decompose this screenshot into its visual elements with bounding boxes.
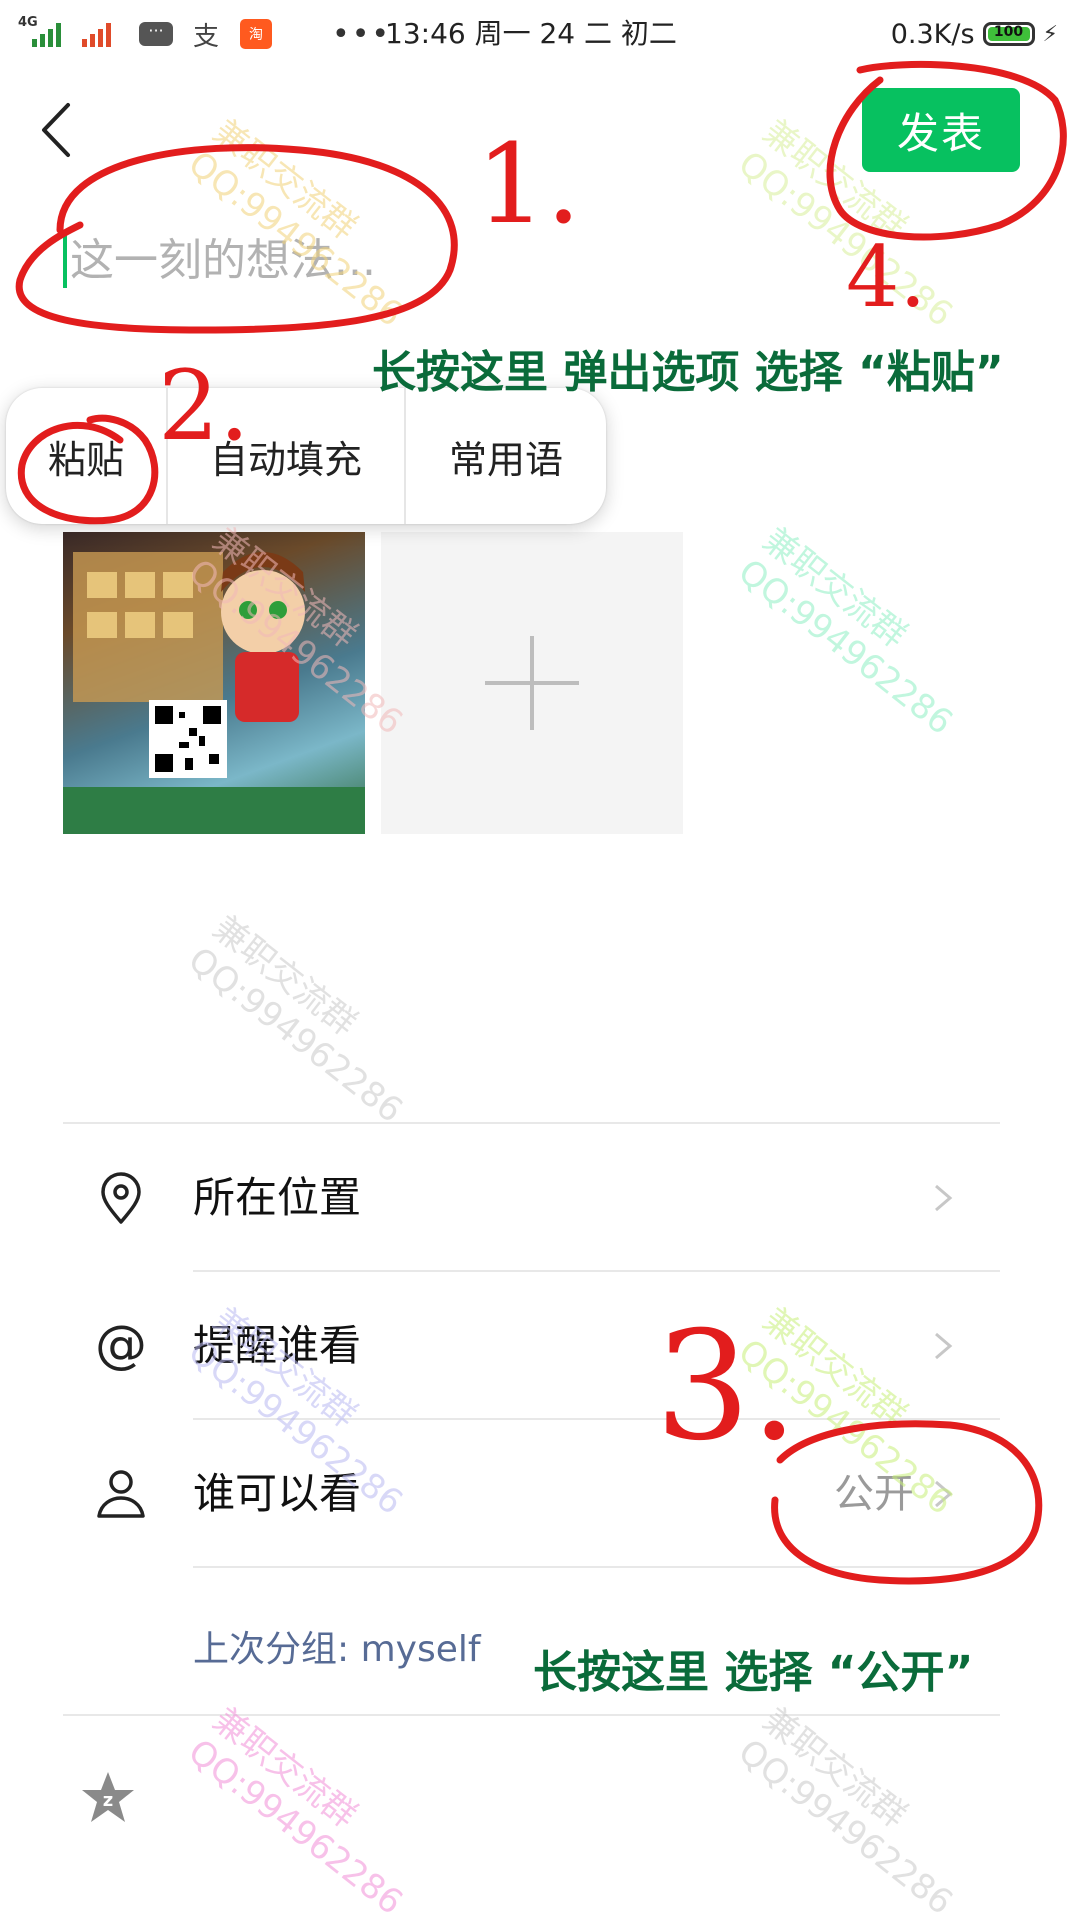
back-chevron-icon[interactable] [30, 95, 80, 165]
battery-level: 100 [993, 24, 1024, 40]
charging-icon: ⚡ [1042, 21, 1058, 47]
taobao-label: 淘 [240, 19, 272, 49]
svg-text:@: @ [95, 1316, 147, 1375]
signal-4g-icon: 4G [18, 15, 64, 51]
battery-icon: 100 [982, 22, 1035, 46]
watermark: 兼职交流群 QQ:994962286 [180, 1700, 410, 1923]
watermark: 兼职交流群 QQ:994962286 [730, 520, 960, 743]
visibility-row[interactable]: 谁可以看 公开 [63, 1420, 1000, 1568]
status-time: 13:46 周一 24 二 初二 [385, 17, 677, 50]
alipay-icon: 支 [192, 21, 219, 52]
status-right: 0.3K/s 100 ⚡ [891, 12, 1058, 56]
context-menu: 粘贴 自动填充 常用语 [6, 388, 606, 524]
message-icon: ··· [138, 19, 174, 49]
watermark: 兼职交流群 QQ:994962286 [180, 112, 410, 335]
qzone-star-icon[interactable]: z [78, 1768, 138, 1828]
watermark: 兼职交流群 QQ:994962286 [730, 1700, 960, 1923]
attached-image-thumbnail[interactable] [63, 532, 365, 834]
menu-item-paste[interactable]: 粘贴 [6, 388, 166, 524]
last-group-text: 上次分组: myself [193, 1629, 481, 1670]
taobao-icon: 淘 [238, 19, 274, 49]
annotation-number-2: 2. [158, 350, 250, 462]
network-label: 4G [18, 15, 38, 30]
visibility-label: 谁可以看 [193, 1469, 362, 1518]
network-speed: 0.3K/s [890, 18, 975, 50]
svg-text:z: z [103, 1790, 113, 1811]
status-left: 4G ··· 支 淘 ••• [18, 12, 391, 56]
list-divider [193, 1566, 1000, 1568]
game-poster-image [63, 552, 365, 834]
location-row[interactable]: 所在位置 [63, 1124, 1000, 1272]
mention-label: 提醒谁看 [193, 1321, 362, 1370]
mention-row[interactable]: @ 提醒谁看 [63, 1272, 1000, 1420]
annotation-number-4: 4. [846, 228, 927, 326]
status-bar: 4G ··· 支 淘 ••• 13:46 周一 24 二 初二 0.3K/s 1… [0, 0, 1080, 66]
menu-item-phrases[interactable]: 常用语 [404, 388, 606, 524]
signal-2-icon [78, 17, 124, 51]
annotation-tip-paste: 长按这里 弹出选项 选择 “粘贴” [372, 347, 1004, 398]
chevron-right-icon [935, 1332, 953, 1360]
annotation-tip-public: 长按这里 选择 “公开” [533, 1647, 974, 1698]
location-label: 所在位置 [193, 1173, 362, 1222]
person-icon [97, 1470, 145, 1518]
post-button[interactable]: 发表 [862, 88, 1020, 172]
list-divider [63, 1714, 1000, 1716]
annotation-number-3: 3. [655, 1300, 799, 1474]
visibility-value: 公开 [834, 1471, 914, 1517]
location-pin-icon [101, 1172, 141, 1224]
at-sign-icon: @ [95, 1316, 147, 1375]
watermark: 兼职交流群 QQ:994962286 [180, 908, 410, 1131]
text-cursor [63, 232, 67, 288]
chevron-right-icon [935, 1184, 953, 1212]
annotation-number-1: 1. [476, 120, 581, 248]
add-photo-button[interactable] [381, 532, 683, 834]
chevron-right-icon [935, 1480, 953, 1508]
more-notifications-icon: ••• [332, 16, 392, 52]
